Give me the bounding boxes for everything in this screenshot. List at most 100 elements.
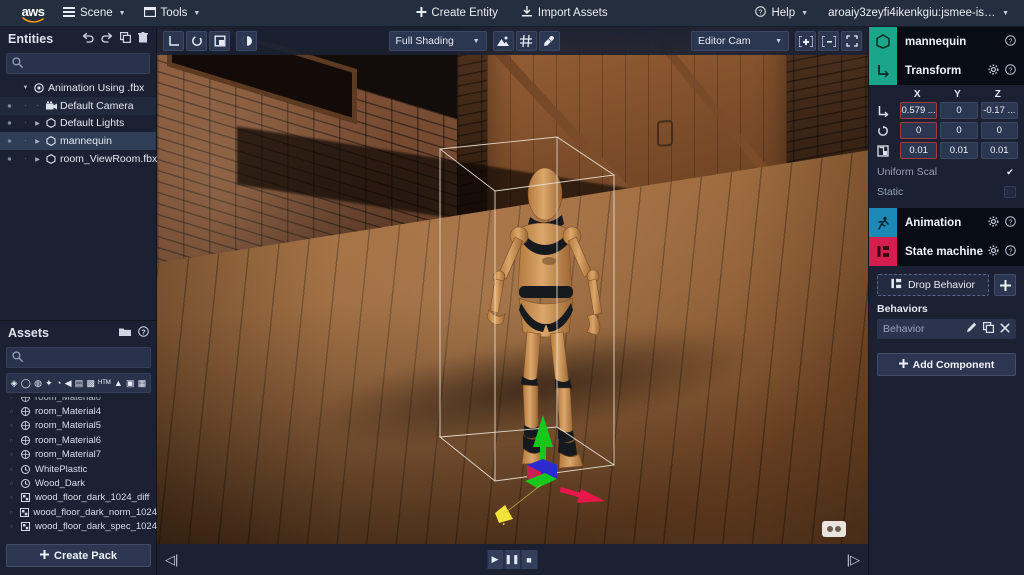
rotation-y-input[interactable]: 0 (940, 122, 978, 139)
focus-in-icon[interactable] (795, 31, 816, 51)
model-icon[interactable]: ◈ (11, 378, 18, 388)
close-icon[interactable] (1000, 322, 1010, 336)
cubemap-icon[interactable]: ▦ (138, 378, 147, 388)
chevron-right-icon[interactable]: ▶ (33, 138, 42, 145)
help-icon[interactable]: ? (1005, 63, 1016, 78)
scale-y-input[interactable]: 0.01 (940, 142, 978, 159)
transform-component-header[interactable]: Transform ? (869, 56, 1024, 85)
tree-row-default-camera[interactable]: · · Default Camera (0, 96, 156, 115)
edit-icon[interactable] (966, 322, 977, 336)
asset-list-item[interactable]: ▫ room_Material7 (2, 448, 157, 462)
asset-list-item[interactable]: ▫ Wood_Dark (2, 476, 157, 490)
material-icon[interactable]: ◯ (21, 378, 31, 388)
audio-icon[interactable]: ◀ (65, 378, 72, 388)
chevron-down-icon[interactable]: ▼ (21, 85, 30, 91)
grid-icon[interactable] (515, 31, 537, 51)
position-y-input[interactable]: 0 (940, 102, 978, 119)
chevron-right-icon[interactable]: ▶ (33, 120, 42, 127)
rotate-tool-button[interactable] (186, 31, 207, 51)
camera-select[interactable]: Editor Cam ▼ (691, 31, 789, 51)
panel-collapse-right-icon[interactable]: |▷ (847, 552, 860, 568)
rotation-z-input[interactable]: 0 (980, 122, 1018, 139)
menu-tools[interactable]: Tools ▼ (135, 0, 210, 27)
uniform-scale-checkbox[interactable]: ✔ (1004, 166, 1016, 178)
html-icon[interactable]: ᴴᵀᴹ (98, 378, 110, 388)
help-icon[interactable]: ? (138, 326, 149, 340)
asset-list-item[interactable]: ▫ room_Material6 (2, 433, 157, 447)
folder-icon[interactable] (119, 326, 131, 340)
focus-out-icon[interactable] (818, 31, 839, 51)
eyedropper-icon[interactable] (538, 31, 560, 51)
viewport-3d[interactable]: Full Shading ▼ Editor Cam ▼ ◁| ▶ ❚❚ ■ |▷ (157, 27, 868, 575)
gear-icon[interactable] (988, 215, 999, 230)
asset-list-item[interactable]: ▫ room_Material5 (2, 419, 157, 433)
panel-collapse-left-icon[interactable]: ◁| (165, 552, 178, 568)
help-icon[interactable]: ? (1005, 244, 1016, 259)
texture-icon[interactable]: ◍ (34, 378, 42, 388)
trash-icon[interactable] (138, 32, 148, 46)
state-machine-component-header[interactable]: State machine ? (869, 237, 1024, 266)
help-icon[interactable]: ? (1005, 215, 1016, 230)
play-button[interactable]: ▶ (487, 550, 504, 569)
scale-x-input[interactable]: 0.01 (900, 142, 938, 159)
asset-list-item[interactable]: ▫ wood_floor_dark_1024_diff (2, 491, 157, 505)
uniform-scale-row[interactable]: Uniform Scal ✔ (869, 162, 1024, 182)
static-row[interactable]: Static (869, 182, 1024, 202)
help-icon[interactable]: ? (1005, 34, 1016, 49)
gear-icon[interactable] (988, 244, 999, 259)
visibility-toggle-icon[interactable] (0, 137, 18, 145)
rotation-x-input[interactable]: 0 (900, 122, 938, 139)
visibility-toggle-icon[interactable] (0, 102, 18, 110)
tree-row-mannequin[interactable]: · ▶ mannequin (0, 132, 156, 151)
script-icon[interactable]: ▤ (75, 378, 84, 388)
behavior-list-item[interactable]: Behavior (877, 319, 1016, 339)
create-pack-button[interactable]: Create Pack (6, 544, 151, 567)
duplicate-icon[interactable] (983, 322, 995, 336)
sprite-icon[interactable]: ▣ (126, 378, 135, 388)
duplicate-icon[interactable] (120, 32, 132, 46)
visibility-toggle-icon[interactable] (0, 155, 18, 163)
terrain-icon[interactable]: ▲ (114, 378, 123, 388)
stop-button[interactable]: ■ (521, 550, 538, 569)
asset-list-item[interactable]: ▫ room_Material0 (2, 397, 157, 404)
entities-search-box[interactable] (6, 53, 150, 74)
asset-list-item[interactable]: ▫ room_Material4 (2, 404, 157, 418)
entities-search-input[interactable] (28, 57, 144, 70)
visibility-toggle-icon[interactable] (0, 119, 18, 127)
tree-row-animation-using-fbx[interactable]: ▼ Animation Using .fbx (0, 79, 156, 97)
redo-icon[interactable] (101, 32, 113, 46)
assets-list[interactable]: ▫ room_Material0 ▫ room_Material4 ▫ room_Mate… (0, 397, 157, 539)
scale-tool-button[interactable] (209, 31, 230, 51)
scene-picker-icon[interactable] (492, 31, 514, 51)
asset-list-item[interactable]: ▫ wood_floor_dark_norm_1024 (2, 505, 157, 519)
pause-button[interactable]: ❚❚ (504, 550, 521, 569)
drop-behavior-target[interactable]: Drop Behavior (877, 274, 989, 296)
add-behavior-button[interactable] (994, 274, 1016, 296)
gear-icon[interactable] (988, 63, 999, 78)
position-x-input[interactable]: 0.579 ... (900, 102, 938, 119)
user-menu[interactable]: aroaiy3zeyfi4ikenkgiu:jsmee-iseng... ▼ (819, 0, 1018, 27)
translate-tool-button[interactable] (163, 31, 184, 51)
clock-icon[interactable]: ◔ (56, 378, 61, 388)
animation-component-header[interactable]: Animation ? (869, 208, 1024, 237)
static-checkbox[interactable] (1004, 186, 1016, 198)
position-z-input[interactable]: -0.17 ... (980, 102, 1018, 119)
vr-headset-icon[interactable] (822, 521, 846, 537)
shader-icon[interactable]: ▩ (87, 378, 96, 388)
create-entity-button[interactable]: Create Entity (407, 0, 506, 27)
asset-list-item[interactable]: ▫ wood_floor_dark_spec_1024 (2, 520, 157, 534)
help-menu[interactable]: ? Help ▼ (746, 0, 817, 27)
undo-icon[interactable] (82, 32, 94, 46)
assets-search-box[interactable] (6, 347, 151, 368)
menu-scene[interactable]: Scene ▼ (54, 0, 135, 27)
shading-mode-select[interactable]: Full Shading ▼ (388, 31, 487, 51)
fullscreen-icon[interactable] (841, 31, 862, 51)
animation-icon[interactable]: ✦ (45, 378, 53, 388)
chevron-right-icon[interactable]: ▶ (33, 156, 42, 163)
scale-z-input[interactable]: 0.01 (980, 142, 1018, 159)
import-assets-button[interactable]: Import Assets (513, 0, 617, 27)
tree-row-room-viewroom-fbx[interactable]: · ▶ room_ViewRoom.fbx (0, 150, 157, 168)
assets-search-input[interactable] (28, 351, 145, 364)
add-component-button[interactable]: Add Component (877, 353, 1016, 376)
tree-row-default-lights[interactable]: · ▶ Default Lights (0, 115, 156, 133)
